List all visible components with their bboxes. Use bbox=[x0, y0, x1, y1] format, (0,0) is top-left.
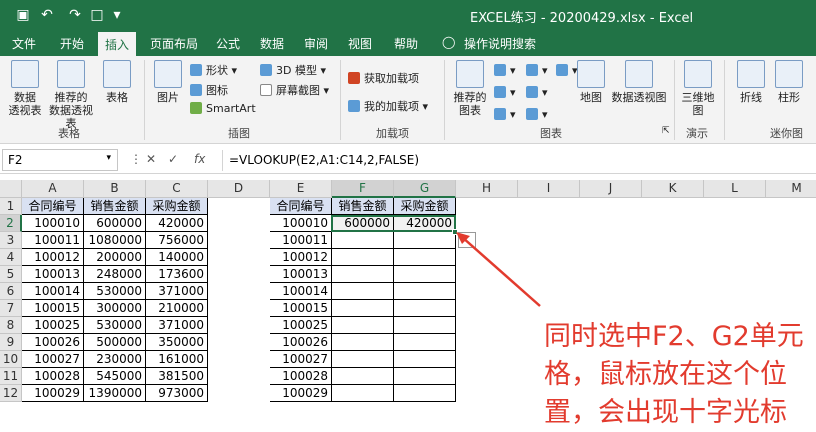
arrow-line bbox=[461, 236, 541, 307]
annotation-text: 同时选中F2、G2单元格，鼠标放在这个位置，会出现十字光标 bbox=[544, 321, 804, 428]
